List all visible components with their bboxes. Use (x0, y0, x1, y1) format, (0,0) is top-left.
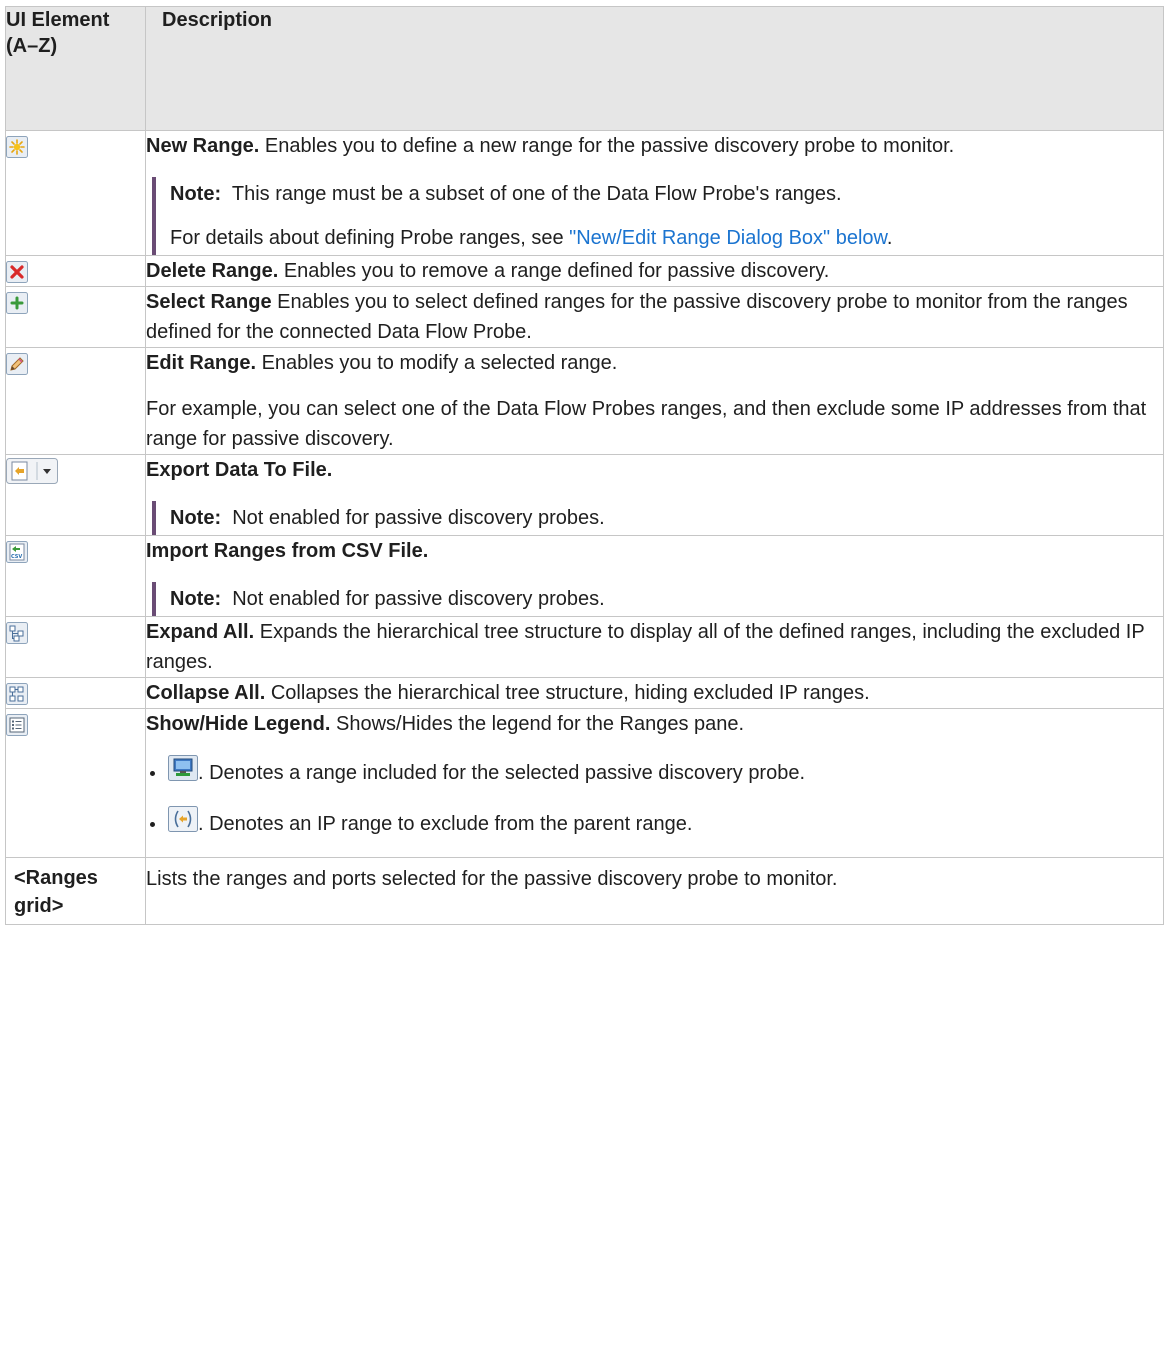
row-title: Delete Range. (146, 260, 279, 282)
row-text: Enables you to modify a selected range. (261, 352, 618, 374)
delete-range-icon (6, 260, 28, 283)
included-range-icon (168, 755, 198, 781)
table-row: Show/Hide Legend. Shows/Hides the legend… (5, 708, 1164, 858)
svg-text:CSV: CSV (11, 554, 22, 560)
header-description: Description (145, 6, 1164, 131)
table-row: Select Range Enables you to select defin… (5, 286, 1164, 348)
note-text: This range must be a subset of one of th… (231, 183, 842, 205)
export-data-icon (6, 457, 58, 484)
note-para-suffix: . (886, 227, 893, 249)
legend-list: . Denotes a range included for the selec… (146, 755, 1163, 839)
edit-range-icon (6, 352, 28, 375)
table-row: New Range. Enables you to define a new r… (5, 130, 1164, 256)
note-label: Note: (170, 183, 222, 205)
note-block: Note: This range must be a subset of one… (152, 177, 1163, 255)
note-block: Note: Not enabled for passive discovery … (152, 501, 1163, 535)
note-text: Not enabled for passive discovery probes… (232, 507, 605, 529)
table-row: Export Data To File. Note: Not enabled f… (5, 454, 1164, 536)
table-row: <Ranges grid> Lists the ranges and ports… (5, 857, 1164, 925)
collapse-all-icon (6, 682, 28, 705)
description-paragraph: New Range. Enables you to define a new r… (146, 131, 1163, 161)
table-row: Collapse All. Collapses the hierarchical… (5, 677, 1164, 709)
note-label: Note: (170, 507, 222, 529)
description-paragraph: For example, you can select one of the D… (146, 398, 1147, 450)
excluded-range-icon (168, 806, 198, 832)
row-text: Enables you to remove a range defined fo… (283, 260, 830, 282)
row-text: Enables you to select defined ranges for… (146, 291, 1128, 343)
select-range-icon (6, 291, 28, 314)
row-title: Collapse All. (146, 682, 266, 704)
row-text: Lists the ranges and ports selected for … (146, 868, 838, 890)
row-title: Show/Hide Legend. (146, 713, 331, 735)
table-row: Delete Range. Enables you to remove a ra… (5, 255, 1164, 287)
new-edit-range-link[interactable]: "New/Edit Range Dialog Box" below (569, 227, 887, 249)
legend-text: . Denotes a range included for the selec… (198, 762, 806, 784)
legend-text: . Denotes an IP range to exclude from th… (198, 813, 693, 835)
list-item: . Denotes a range included for the selec… (150, 755, 1163, 788)
row-title: Export Data To File. (146, 459, 333, 481)
table-row: Edit Range. Enables you to modify a sele… (5, 347, 1164, 455)
row-text: Collapses the hierarchical tree structur… (270, 682, 870, 704)
row-title: Import Ranges from CSV File. (146, 540, 429, 562)
table-row: CSV Import Ranges from CSV File. Note: N… (5, 535, 1164, 617)
new-range-icon (6, 135, 28, 158)
note-label: Note: (170, 588, 222, 610)
note-text: Not enabled for passive discovery probes… (232, 588, 605, 610)
import-csv-icon: CSV (6, 540, 28, 563)
row-text: Expands the hierarchical tree structure … (146, 621, 1145, 673)
header-ui-element: UI Element (A–Z) (5, 6, 146, 131)
row-text: Shows/Hides the legend for the Ranges pa… (336, 713, 745, 735)
row-title: Select Range (146, 291, 272, 313)
row-title: Expand All. (146, 621, 255, 643)
ranges-grid-element: <Ranges grid> (5, 857, 146, 925)
row-title: Edit Range. (146, 352, 257, 374)
row-title: New Range. (146, 135, 260, 157)
note-block: Note: Not enabled for passive discovery … (152, 582, 1163, 616)
note-para-prefix: For details about defining Probe ranges,… (170, 227, 570, 249)
ui-elements-table: UI Element (A–Z) Description New Range. … (5, 6, 1164, 925)
expand-all-icon (6, 621, 28, 644)
show-hide-legend-icon (6, 713, 28, 736)
table-row: Expand All. Expands the hierarchical tre… (5, 616, 1164, 678)
list-item: . Denotes an IP range to exclude from th… (150, 806, 1163, 839)
row-text: Enables you to define a new range for th… (264, 135, 955, 157)
